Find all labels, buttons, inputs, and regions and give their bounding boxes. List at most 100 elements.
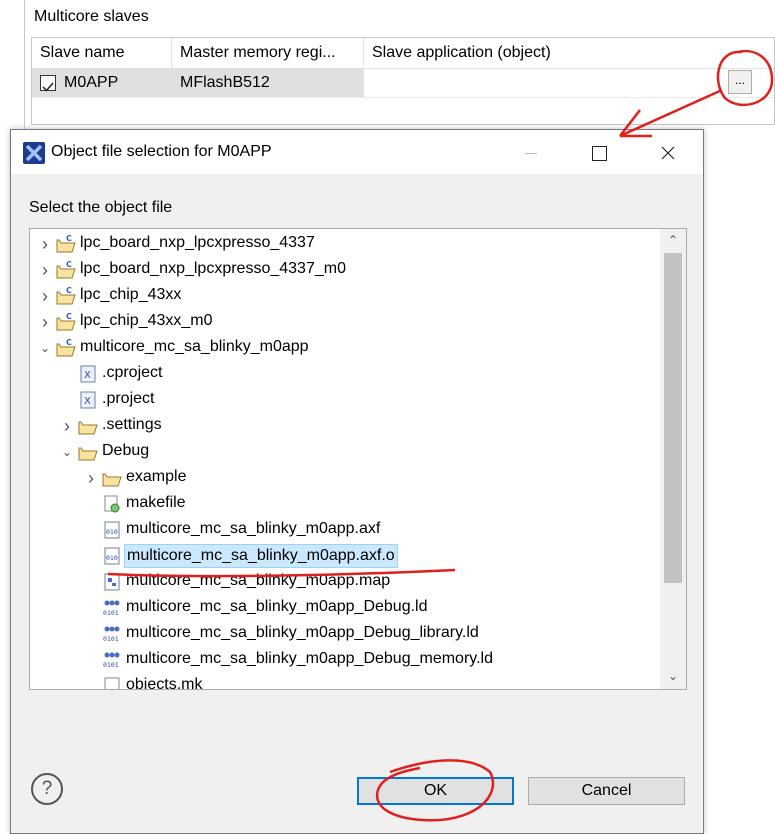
close-button[interactable] — [645, 130, 691, 174]
tree-item-label: multicore_mc_sa_blinky_m0app.axf — [126, 520, 381, 537]
tree-item[interactable]: ⌄ Cmulticore_mc_sa_blinky_m0app — [30, 335, 660, 361]
help-button[interactable]: ? — [31, 773, 63, 805]
svg-text:C: C — [66, 287, 72, 295]
svg-text:0101: 0101 — [103, 609, 119, 617]
tree-item[interactable]: 010 multicore_mc_sa_blinky_m0app.axf.o — [30, 543, 660, 569]
c-project-folder-icon: C — [56, 313, 76, 331]
multicore-slaves-table: Slave name Master memory regi... Slave a… — [31, 37, 775, 125]
tree-item[interactable]: › Clpc_chip_43xx_m0 — [30, 309, 660, 335]
column-header-application[interactable]: Slave application (object) — [364, 38, 774, 68]
binary-file-icon: 010 — [104, 521, 120, 539]
tree-item-label: lpc_chip_43xx_m0 — [80, 312, 213, 329]
minimize-icon — [525, 152, 537, 154]
object-file-dialog: Object file selection for M0APP Select t… — [10, 129, 704, 834]
tree-item[interactable]: objects.mk — [30, 673, 660, 690]
makefile-icon — [104, 495, 120, 513]
tree-item[interactable]: › Clpc_chip_43xx — [30, 283, 660, 309]
tree-item[interactable]: › Clpc_board_nxp_lpcxpresso_4337 — [30, 231, 660, 257]
c-project-folder-icon: C — [56, 287, 76, 305]
tree-item-label: .cproject — [102, 364, 163, 381]
tree-item-label: objects.mk — [126, 676, 203, 690]
chevron-right-icon[interactable]: › — [38, 231, 52, 257]
chevron-right-icon[interactable]: › — [38, 309, 52, 335]
scroll-up-icon[interactable]: ⌃ — [660, 229, 686, 251]
cancel-button[interactable]: Cancel — [528, 777, 685, 805]
tree-item[interactable]: › example — [30, 465, 660, 491]
chevron-right-icon[interactable]: › — [84, 465, 98, 491]
svg-text:C: C — [66, 339, 72, 347]
xml-file-icon: X — [80, 391, 96, 409]
minimize-button[interactable] — [508, 130, 554, 174]
vertical-scrollbar[interactable]: ⌃ ⌄ — [660, 229, 686, 689]
tree-item[interactable]: 010 multicore_mc_sa_blinky_m0app.axf — [30, 517, 660, 543]
tree-item-label: lpc_chip_43xx — [80, 286, 182, 303]
linker-file-icon: 0101 — [103, 652, 120, 669]
tree-item[interactable]: 0101 multicore_mc_sa_blinky_m0app_Debug_m… — [30, 647, 660, 673]
linker-file-icon: 0101 — [103, 626, 120, 643]
file-tree[interactable]: › Clpc_board_nxp_lpcxpresso_4337 › Clpc_boa… — [29, 228, 687, 690]
prompt-label: Select the object file — [29, 199, 173, 216]
column-header-memory-region[interactable]: Master memory regi... — [172, 38, 364, 68]
table-row[interactable]: M0APP — [32, 69, 172, 97]
tree-item[interactable]: X .cproject — [30, 361, 660, 387]
maximize-button[interactable] — [576, 130, 622, 174]
scroll-down-icon[interactable]: ⌄ — [660, 665, 686, 687]
c-project-folder-icon: C — [56, 339, 76, 357]
section-title: Multicore slaves — [34, 8, 149, 25]
tree-item[interactable]: ⌄ Debug — [30, 439, 660, 465]
tree-item-label: Debug — [102, 442, 150, 459]
chevron-right-icon[interactable]: › — [38, 257, 52, 283]
c-project-folder-icon: C — [56, 235, 76, 253]
folder-icon — [78, 447, 98, 461]
left-panel-edge — [0, 2, 25, 122]
maximize-icon — [591, 145, 607, 161]
chevron-right-icon[interactable]: › — [38, 283, 52, 309]
tree-item-label: multicore_mc_sa_blinky_m0app.map — [126, 572, 391, 589]
xml-file-icon: X — [80, 365, 96, 383]
column-header-slave-name[interactable]: Slave name — [32, 38, 172, 68]
svg-text:010: 010 — [106, 528, 118, 536]
browse-button[interactable]: ... — [728, 70, 752, 94]
tree-item-label: .settings — [102, 416, 162, 433]
text-file-icon — [104, 677, 120, 689]
chevron-right-icon[interactable]: › — [60, 413, 74, 439]
tree-item[interactable]: X .project — [30, 387, 660, 413]
tree-item-label: multicore_mc_sa_blinky_m0app — [80, 338, 309, 355]
svg-text:C: C — [66, 235, 72, 243]
scrollbar-thumb[interactable] — [664, 253, 682, 583]
folder-icon — [78, 421, 98, 435]
svg-text:X: X — [84, 370, 91, 381]
tree-item-label: makefile — [126, 494, 186, 511]
tree-item-label: lpc_board_nxp_lpcxpresso_4337_m0 — [80, 260, 346, 277]
checkbox[interactable] — [40, 75, 56, 92]
tree-item-label: multicore_mc_sa_blinky_m0app_Debug_memor… — [126, 650, 493, 667]
close-icon — [661, 146, 675, 160]
tree-item-label: lpc_board_nxp_lpcxpresso_4337 — [80, 234, 315, 251]
ok-button[interactable]: OK — [357, 777, 514, 805]
svg-text:010: 010 — [106, 554, 118, 562]
slave-name-cell: M0APP — [64, 74, 119, 91]
tree-item[interactable]: makefile — [30, 491, 660, 517]
chevron-down-icon[interactable]: ⌄ — [60, 439, 74, 465]
tree-item-label: multicore_mc_sa_blinky_m0app_Debug_libra… — [126, 624, 479, 641]
checkmark-icon — [42, 82, 54, 92]
tree-item[interactable]: 0101 multicore_mc_sa_blinky_m0app_Debug.l… — [30, 595, 660, 621]
chevron-down-icon[interactable]: ⌄ — [38, 335, 52, 361]
binary-file-icon: 010 — [104, 547, 120, 565]
linker-file-icon: 0101 — [103, 600, 120, 617]
application-cell[interactable] — [364, 69, 774, 97]
tree-item-label: example — [126, 468, 187, 485]
app-logo-icon — [23, 142, 45, 164]
tree-item[interactable]: › .settings — [30, 413, 660, 439]
tree-item[interactable]: 0101 multicore_mc_sa_blinky_m0app_Debug_l… — [30, 621, 660, 647]
tree-item-label: multicore_mc_sa_blinky_m0app_Debug.ld — [126, 598, 428, 615]
svg-text:0101: 0101 — [103, 661, 119, 669]
svg-text:0101: 0101 — [103, 635, 119, 643]
tree-item[interactable]: multicore_mc_sa_blinky_m0app.map — [30, 569, 660, 595]
memory-region-cell[interactable]: MFlashB512 — [172, 69, 364, 97]
svg-text:C: C — [66, 261, 72, 269]
tree-item[interactable]: › Clpc_board_nxp_lpcxpresso_4337_m0 — [30, 257, 660, 283]
c-project-folder-icon: C — [56, 261, 76, 279]
title-bar[interactable]: Object file selection for M0APP — [11, 130, 703, 174]
tree-item-label: multicore_mc_sa_blinky_m0app.axf.o — [124, 544, 398, 568]
